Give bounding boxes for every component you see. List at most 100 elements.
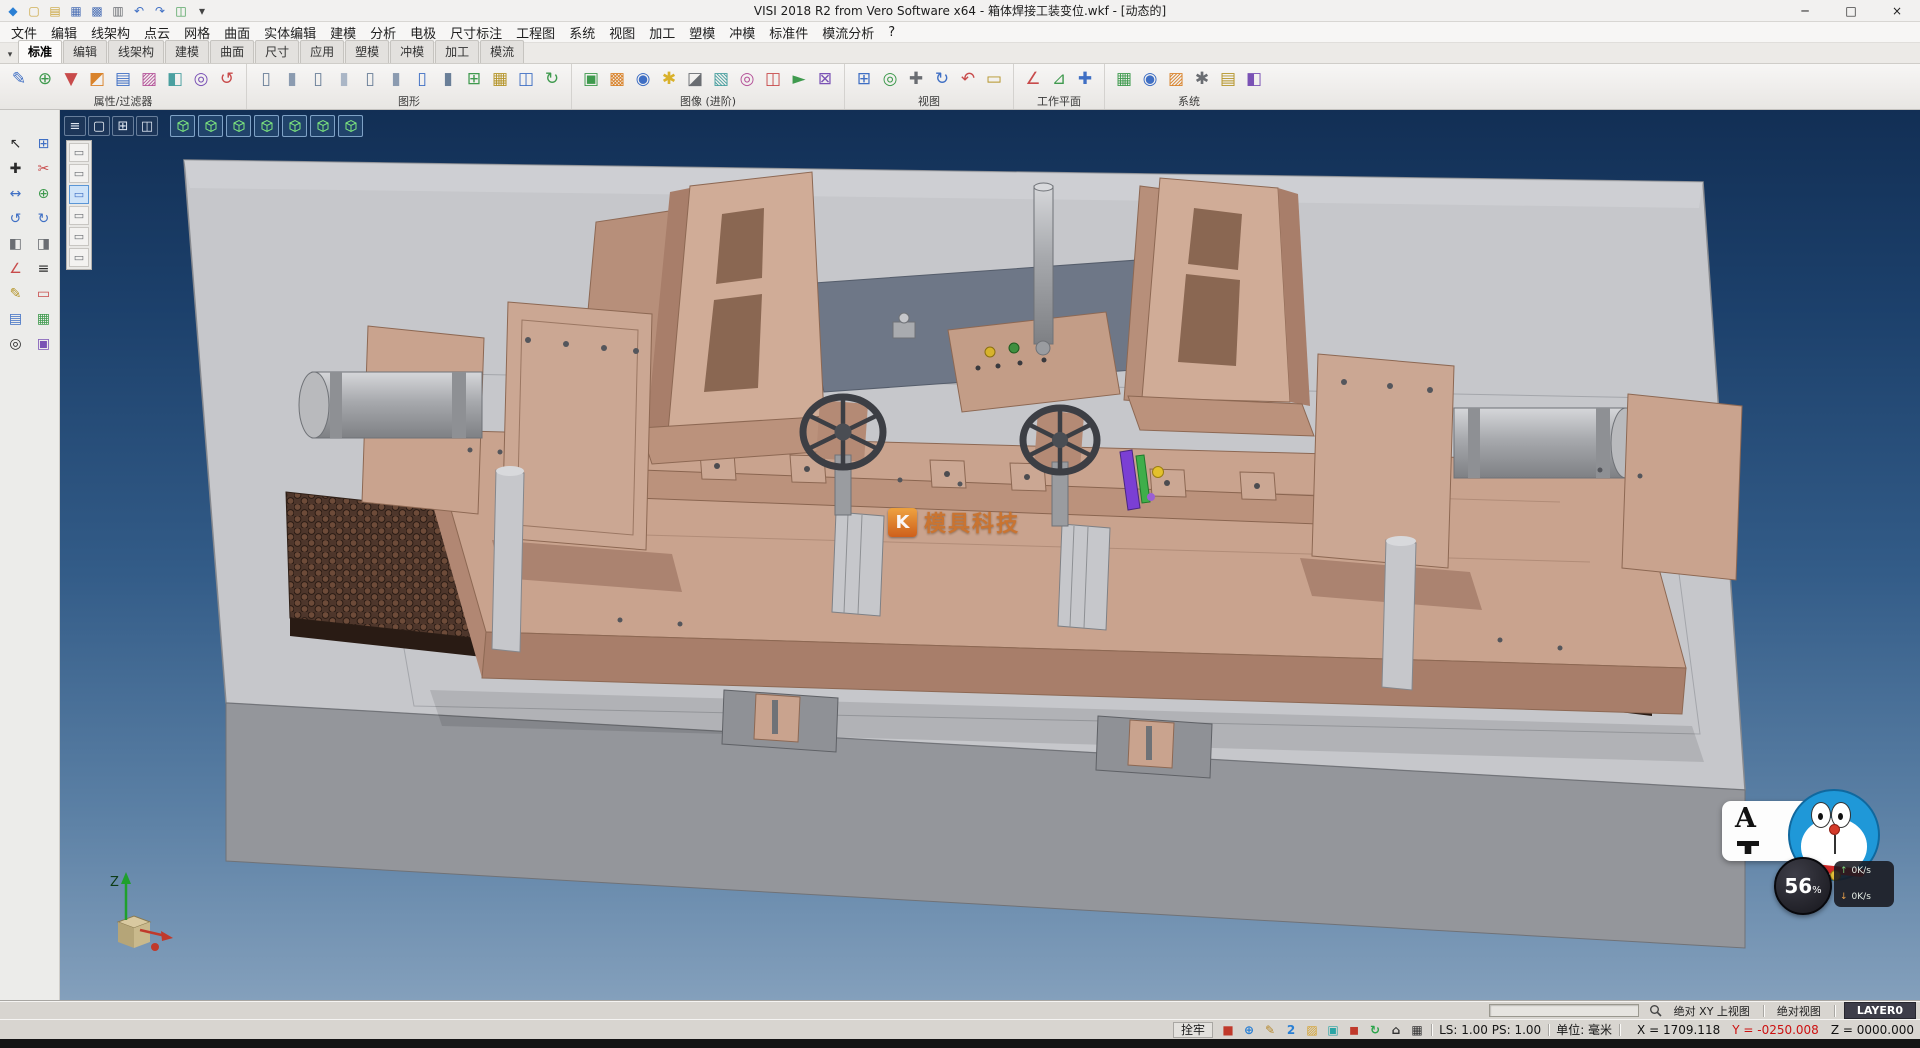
- menu-item[interactable]: 模流分析: [815, 21, 881, 44]
- light-icon[interactable]: ✱: [657, 66, 681, 92]
- mirror-h-icon[interactable]: ◧: [3, 232, 29, 255]
- view-cube-icon-1[interactable]: [170, 115, 195, 137]
- grid-toggle-icon[interactable]: ▦: [1408, 1021, 1426, 1038]
- gantry-right[interactable]: [1124, 178, 1314, 436]
- filter-all-icon[interactable]: ▼: [59, 66, 83, 92]
- network-speed-badge[interactable]: ↑ 0K/s ↓ 0K/s: [1834, 861, 1894, 907]
- view-mode-button[interactable]: 绝对 XY 上视图: [1666, 1002, 1758, 1020]
- viewport-page-icon[interactable]: ▢: [88, 116, 110, 136]
- ribbon-tab[interactable]: 标准: [18, 40, 62, 63]
- doraemon-widget[interactable]: A 56 % ↑ 0K/s ↓ 0K/s: [1722, 791, 1898, 921]
- rotate-cw-icon[interactable]: ↻: [31, 207, 57, 230]
- layers-icon[interactable]: ▤: [3, 307, 29, 330]
- view-cube-icon-2[interactable]: [198, 115, 223, 137]
- stereo-icon[interactable]: ⊠: [813, 66, 837, 92]
- workplane-xy-icon[interactable]: ∠: [1021, 66, 1045, 92]
- background-icon[interactable]: ▧: [709, 66, 733, 92]
- info-icon[interactable]: ◧: [1242, 66, 1266, 92]
- ghost-display-icon[interactable]: ▯: [358, 66, 382, 92]
- refresh-display-icon[interactable]: ↻: [540, 66, 564, 92]
- percent-badge[interactable]: 56 %: [1774, 857, 1832, 915]
- undo-icon[interactable]: ↶: [129, 2, 149, 20]
- viewport-layout-icon[interactable]: ⊞: [112, 116, 134, 136]
- menu-item[interactable]: ?: [881, 23, 902, 42]
- viewport[interactable]: Z ≡▢⊞◫ ▭▭▭▭▭▭ K 模具科技 A 56: [60, 110, 1920, 1001]
- view-cube-icon-3[interactable]: [226, 115, 251, 137]
- mini-view-icon-2[interactable]: ▭: [69, 164, 89, 183]
- ribbon-tab[interactable]: 塑模: [345, 40, 389, 63]
- globe-icon[interactable]: ◉: [1138, 66, 1162, 92]
- box-display-icon[interactable]: ⊞: [462, 66, 486, 92]
- globe-icon[interactable]: ⊕: [1240, 1021, 1258, 1038]
- search-icon[interactable]: [1645, 1004, 1666, 1017]
- print-icon[interactable]: ▥: [108, 2, 128, 20]
- ribbon-tab[interactable]: 冲模: [390, 40, 434, 63]
- view-cube-icon-5[interactable]: [282, 115, 307, 137]
- menu-item[interactable]: 标准件: [762, 21, 815, 44]
- workplane-entity-icon[interactable]: ⊿: [1047, 66, 1071, 92]
- ribbon-tab[interactable]: 模流: [480, 40, 524, 63]
- hidden-line-icon[interactable]: ▯: [306, 66, 330, 92]
- annotate-icon[interactable]: ✎: [1261, 1021, 1279, 1038]
- tab-dropdown-icon[interactable]: ▾: [2, 46, 18, 63]
- filter-color-icon[interactable]: ▨: [137, 66, 161, 92]
- palette-icon[interactable]: ▨: [1303, 1021, 1321, 1038]
- ribbon-tab[interactable]: 尺寸: [255, 40, 299, 63]
- layer-button[interactable]: LAYER0: [1844, 1002, 1916, 1019]
- view-cube-icon-4[interactable]: [254, 115, 279, 137]
- dimension-icon[interactable]: ≡: [31, 257, 57, 280]
- trim-icon[interactable]: ✂: [31, 157, 57, 180]
- pan-icon[interactable]: ✚: [904, 66, 928, 92]
- shaded-display-icon[interactable]: ▮: [280, 66, 304, 92]
- select-icon[interactable]: ↖: [3, 132, 29, 155]
- close-button[interactable]: ×: [1874, 0, 1920, 21]
- regen-icon[interactable]: ↻: [1366, 1021, 1384, 1038]
- mirror-v-icon[interactable]: ◨: [31, 232, 57, 255]
- absolute-view-button[interactable]: 绝对视图: [1769, 1002, 1829, 1020]
- capture-icon[interactable]: ◫: [171, 2, 191, 20]
- camera-icon[interactable]: ◎: [735, 66, 759, 92]
- select-box-icon[interactable]: ⊞: [31, 132, 57, 155]
- prompt-field[interactable]: [1489, 1004, 1639, 1017]
- layer-display-icon[interactable]: ◫: [514, 66, 538, 92]
- 3d-model[interactable]: Z: [60, 110, 1920, 1001]
- section-display-icon[interactable]: ▮: [384, 66, 408, 92]
- pencil-icon[interactable]: ✎: [3, 282, 29, 305]
- mini-view-icon-3[interactable]: ▭: [69, 185, 89, 204]
- view-cube-icon-7[interactable]: [338, 115, 363, 137]
- wireframe-display-icon[interactable]: ▯: [254, 66, 278, 92]
- save-icon[interactable]: ▦: [66, 2, 86, 20]
- mini-view-icon-4[interactable]: ▭: [69, 206, 89, 225]
- group-display-icon[interactable]: ▦: [488, 66, 512, 92]
- mini-view-icon-5[interactable]: ▭: [69, 227, 89, 246]
- ribbon-tab[interactable]: 曲面: [210, 40, 254, 63]
- solid-mode-icon[interactable]: ◼: [1345, 1021, 1363, 1038]
- edge-display-icon[interactable]: ▮: [436, 66, 460, 92]
- solids-icon[interactable]: ▣: [31, 332, 57, 355]
- new-file-icon[interactable]: ▢: [24, 2, 44, 20]
- filter-reset-icon[interactable]: ↺: [215, 66, 239, 92]
- workplane-view-icon[interactable]: ✚: [1073, 66, 1097, 92]
- zoom-window-icon[interactable]: ⊞: [852, 66, 876, 92]
- selection-mask-icon[interactable]: ◧: [163, 66, 187, 92]
- settings-icon[interactable]: ▦: [1112, 66, 1136, 92]
- macro-icon[interactable]: ✱: [1190, 66, 1214, 92]
- menu-item[interactable]: 加工: [642, 21, 682, 44]
- shadow-icon[interactable]: ◪: [683, 66, 707, 92]
- windows-taskbar[interactable]: [0, 1039, 1920, 1048]
- home-view-icon[interactable]: ⌂: [1387, 1021, 1405, 1038]
- erase-icon[interactable]: ▭: [31, 282, 57, 305]
- origin-icon[interactable]: ◎: [3, 332, 29, 355]
- menu-item[interactable]: 塑模: [682, 21, 722, 44]
- viewport-menu-icon[interactable]: ≡: [64, 116, 86, 136]
- snapshot-icon[interactable]: ◫: [761, 66, 785, 92]
- previous-view-icon[interactable]: ↶: [956, 66, 980, 92]
- transparency-icon[interactable]: ▮: [332, 66, 356, 92]
- mini-view-icon-6[interactable]: ▭: [69, 248, 89, 267]
- filter-type-icon[interactable]: ◩: [85, 66, 109, 92]
- app-icon[interactable]: ◆: [3, 2, 23, 20]
- animation-icon[interactable]: ►: [787, 66, 811, 92]
- ribbon-tab[interactable]: 编辑: [63, 40, 107, 63]
- move-icon[interactable]: ↔: [3, 182, 29, 205]
- rotate-view-icon[interactable]: ↻: [930, 66, 954, 92]
